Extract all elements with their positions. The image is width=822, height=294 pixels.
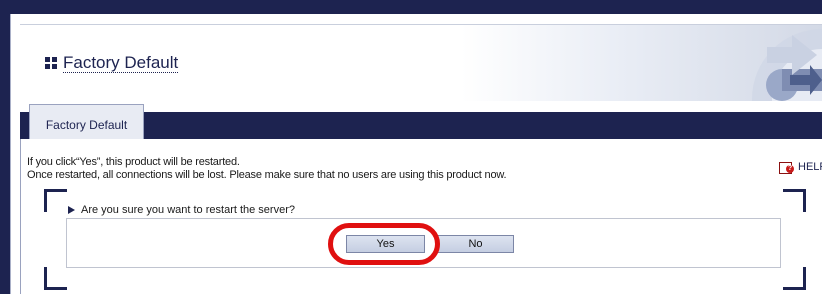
page-header: Factory Default xyxy=(20,24,822,101)
left-frame-bar xyxy=(0,14,10,294)
help-book-icon: ? xyxy=(779,160,795,174)
page-title: Factory Default xyxy=(63,53,179,73)
question-text: Are you sure you want to restart the ser… xyxy=(81,204,295,216)
tab-factory-default[interactable]: Factory Default xyxy=(29,104,144,139)
top-frame-bar xyxy=(0,0,822,14)
content-left-border xyxy=(20,139,21,294)
header-decoration xyxy=(752,29,822,101)
dialog-corner-bottom-left xyxy=(44,267,67,290)
no-button[interactable]: No xyxy=(437,235,514,253)
yes-button[interactable]: Yes xyxy=(346,235,425,253)
dialog-corner-bottom-right xyxy=(783,267,806,290)
dialog-corner-top-left xyxy=(44,189,67,212)
dialog-corner-top-right xyxy=(783,189,806,212)
help-link[interactable]: ? HELP xyxy=(779,160,822,174)
grid-icon xyxy=(45,57,57,69)
help-label: HELP xyxy=(798,161,822,173)
triangle-right-icon xyxy=(68,206,75,214)
confirm-question: Are you sure you want to restart the ser… xyxy=(68,204,295,216)
left-frame-line xyxy=(10,14,11,294)
restart-message: If you click“Yes”, this product will be … xyxy=(27,156,240,168)
warning-message: Once restarted, all connections will be … xyxy=(27,169,507,181)
title-group: Factory Default xyxy=(45,53,179,73)
